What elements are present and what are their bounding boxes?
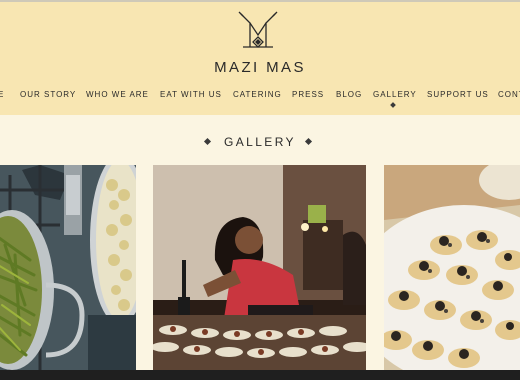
nav-item-press[interactable]: PRESS bbox=[292, 90, 324, 99]
nav-item-gallery[interactable]: GALLERY bbox=[373, 90, 417, 99]
main-nav: E OUR STORY WHO WE ARE EAT WITH US CATER… bbox=[0, 90, 520, 104]
nav-item-blog[interactable]: BLOG bbox=[336, 90, 362, 99]
site-name[interactable]: MAZI MAS bbox=[0, 59, 520, 76]
page-title: GALLERY bbox=[224, 135, 296, 149]
gallery-photo-1[interactable] bbox=[0, 165, 136, 370]
nav-item-who-we-are[interactable]: WHO WE ARE bbox=[86, 90, 149, 99]
nav-item-eat-with-us[interactable]: EAT WITH US bbox=[160, 90, 222, 99]
nav-item-our-story[interactable]: OUR STORY bbox=[20, 90, 76, 99]
bottom-strip bbox=[0, 370, 520, 380]
gallery-heading: GALLERY bbox=[0, 134, 520, 150]
gallery-photo-2[interactable] bbox=[153, 165, 366, 370]
nav-item-contact[interactable]: CONT bbox=[498, 90, 520, 99]
site-header: MAZI MAS E OUR STORY WHO WE ARE EAT WITH… bbox=[0, 2, 520, 115]
nav-item-catering[interactable]: CATERING bbox=[233, 90, 282, 99]
gallery-photo-3[interactable] bbox=[384, 165, 520, 370]
nav-item-home[interactable]: E bbox=[0, 90, 4, 99]
mazi-mas-logo[interactable] bbox=[238, 11, 278, 55]
nav-item-support-us[interactable]: SUPPORT US bbox=[427, 90, 489, 99]
